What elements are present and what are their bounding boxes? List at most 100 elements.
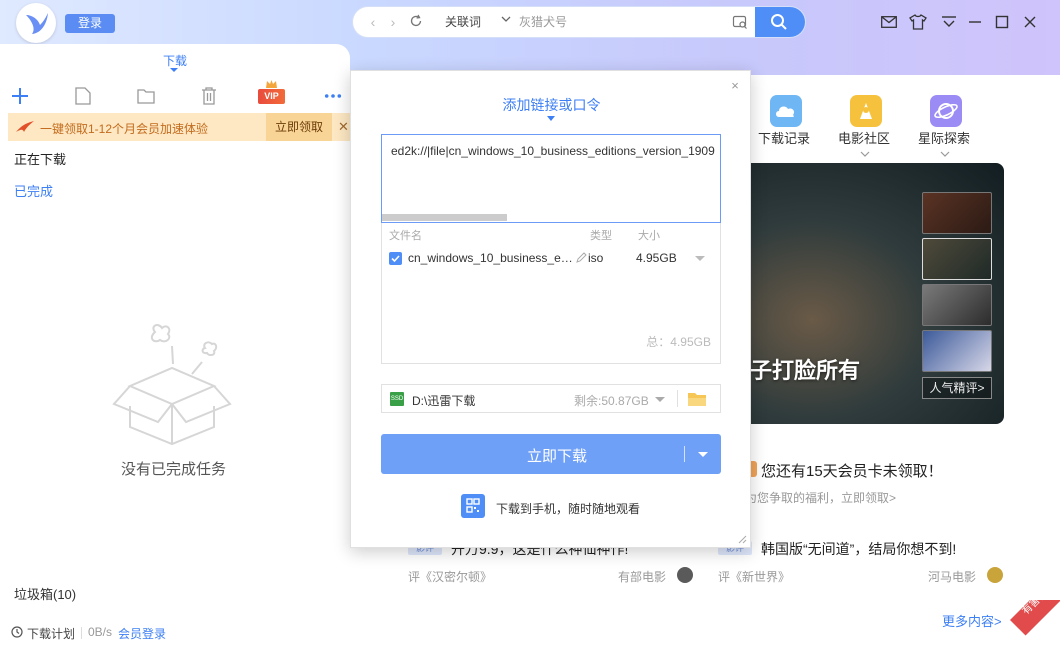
nav-downloading[interactable]: 正在下载 [14, 149, 66, 168]
vip-notice-sub[interactable]: 为您争取的福利，立即领取> [745, 489, 896, 506]
news-meta[interactable]: 评《汉密尔顿》 [408, 568, 492, 585]
hero-thumbnail[interactable] [922, 284, 992, 326]
trash-bin[interactable]: 垃圾箱(10) [14, 584, 76, 603]
avatar[interactable] [677, 567, 693, 583]
login-button[interactable]: 登录 [65, 14, 115, 33]
promo-close-icon[interactable]: ✕ [338, 119, 349, 135]
browse-folder-icon[interactable] [687, 391, 707, 407]
search-bar: ‹ › 关联词 [353, 7, 805, 37]
horizontal-scrollbar[interactable] [382, 214, 507, 221]
edit-icon[interactable] [576, 252, 587, 263]
add-task-icon[interactable] [11, 87, 29, 105]
checkmark-icon [391, 255, 400, 263]
chevron-down-icon [547, 116, 555, 121]
download-to-phone-text[interactable]: 下载到手机，随时随地观看 [496, 500, 640, 517]
file-name[interactable]: cn_windows_10_business_editions_version_… [408, 251, 576, 265]
chevron-down-icon[interactable] [860, 147, 870, 162]
close-icon[interactable] [1020, 13, 1040, 31]
chevron-down-icon[interactable] [698, 452, 708, 457]
member-login-link[interactable]: 会员登录 [118, 625, 166, 642]
empty-state-text: 没有已完成任务 [121, 461, 227, 478]
search-type-select[interactable]: 关联词 [445, 14, 481, 30]
download-history-cloud-icon[interactable] [770, 95, 802, 127]
save-path[interactable]: D:\迅雷下载 [412, 392, 475, 409]
folder-icon[interactable] [137, 87, 155, 105]
download-plan-link[interactable]: 下载计划 [27, 625, 75, 642]
chevron-down-icon[interactable] [940, 147, 950, 162]
save-path-selector[interactable]: SSD D:\迅雷下载 剩余:50.87GB [381, 384, 721, 413]
news-meta[interactable]: 评《新世界》 [718, 568, 790, 585]
resize-grip-icon[interactable] [737, 534, 747, 544]
forward-icon[interactable]: › [385, 14, 401, 30]
hero-thumbnail[interactable] [922, 238, 992, 280]
column-header-name: 文件名 [389, 230, 422, 242]
app-label-star-explore[interactable]: 星际探索 [918, 128, 970, 147]
star-explore-icon[interactable] [930, 95, 962, 127]
vip-button[interactable]: VIP [258, 89, 285, 104]
hero-banner[interactable]: 子打脸所有 人气精评> [730, 163, 1004, 424]
empty-box-icon [112, 324, 232, 446]
qr-code-icon[interactable] [461, 494, 485, 518]
more-content-link[interactable]: 更多内容> [942, 611, 1002, 630]
file-list: 文件名 类型 大小 cn_windows_10_business_edition… [381, 223, 721, 364]
news-title[interactable]: 韩国版“无间道”，结局你想不到! [761, 539, 956, 559]
hero-more-link[interactable]: 人气精评> [922, 377, 992, 399]
column-header-size: 大小 [638, 230, 660, 242]
menu-icon[interactable] [939, 13, 959, 31]
avatar[interactable] [987, 567, 1003, 583]
status-bar: 下载计划 0B/s 会员登录 [0, 620, 350, 645]
hero-thumbnail[interactable] [922, 330, 992, 372]
bird-promo-icon [16, 121, 34, 132]
vip-notice[interactable]: 您还有15天会员卡未领取！ [761, 460, 943, 481]
news-author[interactable]: 有部电影 [618, 568, 666, 585]
claim-button[interactable]: 立即领取 [266, 113, 332, 141]
search-input[interactable] [519, 12, 719, 32]
column-header-type: 类型 [590, 230, 612, 242]
message-icon[interactable] [879, 13, 899, 31]
tab-indicator [170, 68, 178, 72]
download-now-label[interactable]: 立即下载 [381, 445, 733, 466]
chevron-down-icon[interactable] [655, 397, 665, 402]
news-author[interactable]: 河马电影 [928, 568, 976, 585]
back-icon[interactable]: ‹ [365, 14, 381, 30]
download-now-button[interactable]: 立即下载 [381, 434, 721, 474]
bird-logo-icon [26, 13, 48, 34]
maximize-icon[interactable] [992, 13, 1012, 31]
divider [81, 627, 82, 639]
file-checkbox[interactable] [389, 252, 402, 265]
hero-title[interactable]: 子打脸所有 [750, 353, 860, 385]
divider [684, 446, 685, 462]
more-icon[interactable] [324, 87, 342, 105]
screenshot-search-icon[interactable] [732, 14, 748, 30]
minimize-icon[interactable] [965, 13, 985, 31]
dialog-close-icon[interactable]: × [729, 79, 741, 92]
link-input-value[interactable]: ed2k://|file|cn_windows_10_business_edit… [391, 144, 720, 158]
dialog-title[interactable]: 添加链接或口令 [351, 95, 752, 115]
file-size: 4.95GB [636, 251, 677, 265]
free-space: 剩余:50.87GB [574, 394, 649, 408]
crown-icon [266, 80, 277, 88]
nav-completed[interactable]: 已完成 [14, 181, 53, 200]
link-input[interactable]: ed2k://|file|cn_windows_10_business_edit… [381, 134, 721, 223]
tab-download[interactable]: 下载 [150, 52, 200, 69]
hero-thumbnail[interactable] [922, 192, 992, 234]
new-file-icon[interactable] [74, 87, 92, 105]
search-button[interactable] [755, 7, 805, 37]
skin-icon[interactable] [908, 13, 928, 31]
search-icon [771, 14, 787, 30]
chevron-down-icon[interactable] [695, 256, 705, 261]
promo-banner: 一键领取1-12个月会员加速体验 立即领取 ✕ [8, 113, 350, 141]
total-size: 总：4.95GB [646, 335, 711, 349]
movie-community-icon[interactable] [850, 95, 882, 127]
app-label-movie-community[interactable]: 电影社区 [838, 128, 890, 147]
delete-icon[interactable] [200, 87, 218, 105]
scrollbar[interactable] [1050, 80, 1060, 570]
report-badge[interactable]: 有害信息举报 [1010, 600, 1060, 645]
download-panel: 下载 VIP 一键领取1-12个月会员加速体验 立即领取 ✕ 正在下载 已完成 … [0, 44, 350, 645]
clock-icon[interactable] [11, 626, 23, 638]
chevron-down-icon[interactable] [501, 14, 511, 30]
app-label-download-history[interactable]: 下载记录 [758, 128, 810, 147]
promo-text: 一键领取1-12个月会员加速体验 [40, 122, 209, 136]
refresh-icon[interactable] [408, 14, 424, 30]
ssd-icon: SSD [390, 392, 404, 406]
